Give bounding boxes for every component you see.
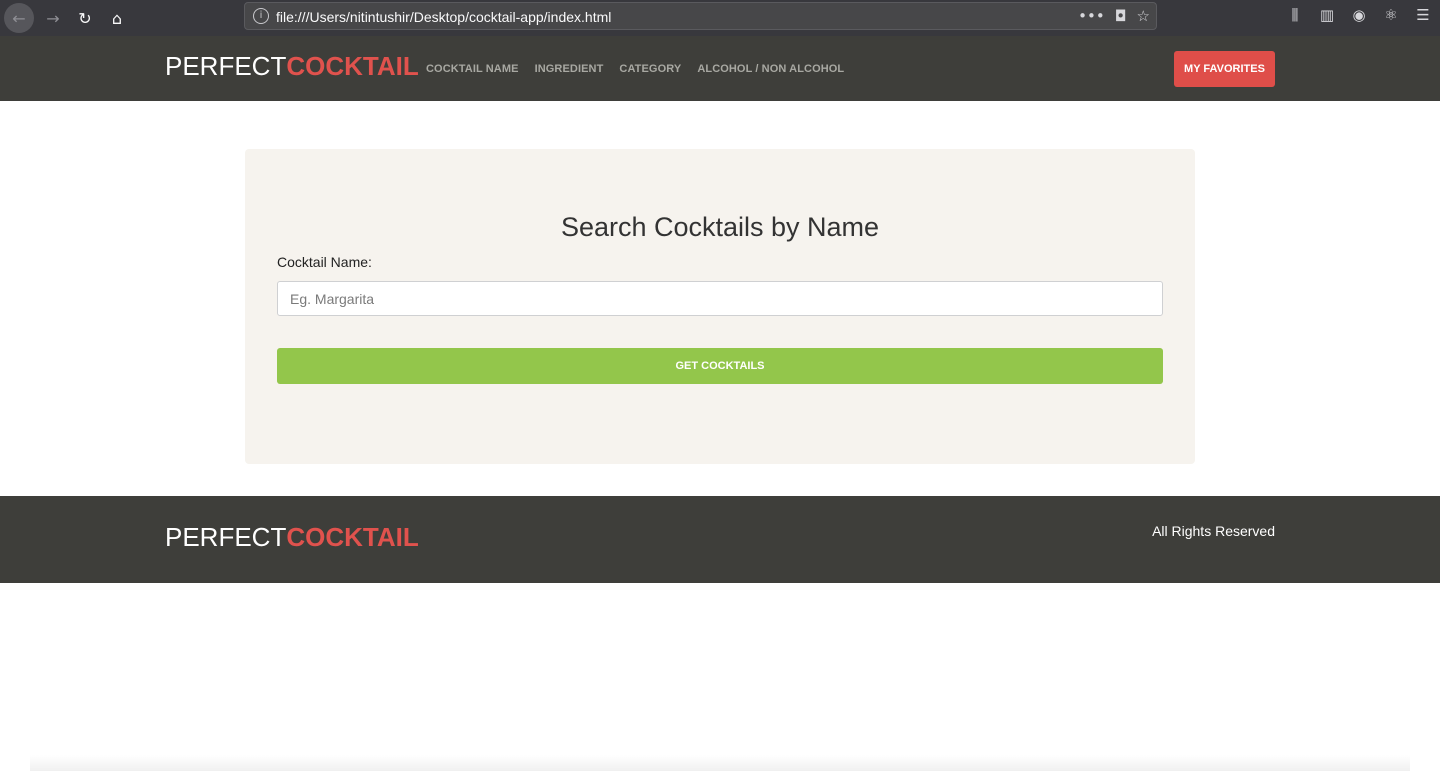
arrow-left-icon: ←: [12, 8, 26, 28]
footer-logo: PERFECTCOCKTAIL: [165, 522, 419, 553]
url-text[interactable]: file:///Users/nitintushir/Desktop/cockta…: [276, 9, 611, 25]
nav-alcohol-non-alcohol[interactable]: ALCOHOL / NON ALCOHOL: [697, 63, 844, 75]
sidebar-icon[interactable]: ▥: [1318, 6, 1336, 24]
home-button[interactable]: ⌂: [102, 3, 132, 33]
reload-icon: ↻: [78, 8, 92, 28]
nav-cocktail-name[interactable]: COCKTAIL NAME: [426, 63, 519, 75]
star-icon[interactable]: ☆: [1137, 7, 1150, 25]
cocktail-name-label: Cocktail Name:: [277, 254, 372, 270]
site-logo[interactable]: PERFECTCOCKTAIL: [165, 51, 419, 82]
bottom-shadow: [30, 755, 1410, 771]
info-icon[interactable]: i: [253, 8, 269, 24]
nav-category[interactable]: CATEGORY: [619, 63, 681, 75]
page-title: Search Cocktails by Name: [560, 212, 880, 242]
site-header: PERFECTCOCKTAIL COCKTAIL NAME INGREDIENT…: [0, 36, 1440, 101]
logo-part-cocktail: COCKTAIL: [286, 51, 419, 81]
copyright-text: All Rights Reserved: [1152, 523, 1275, 539]
react-devtools-icon[interactable]: ⚛: [1382, 6, 1400, 24]
my-favorites-button[interactable]: MY FAVORITES: [1174, 51, 1275, 87]
forward-button[interactable]: →: [38, 3, 68, 33]
footer-logo-part-cocktail: COCKTAIL: [286, 522, 419, 552]
browser-toolbar: ← → ↻ ⌂ i file:///Users/nitintushir/Desk…: [0, 0, 1440, 36]
footer-logo-part-perfect: PERFECT: [165, 522, 287, 552]
more-dots-icon[interactable]: •••: [1078, 7, 1105, 25]
cocktail-name-input[interactable]: [277, 281, 1163, 316]
pocket-icon[interactable]: ◘: [1115, 7, 1127, 25]
nav-ingredient[interactable]: INGREDIENT: [535, 63, 604, 75]
arrow-right-icon: →: [46, 8, 60, 28]
account-icon[interactable]: ◉: [1350, 6, 1368, 24]
address-bar[interactable]: i file:///Users/nitintushir/Desktop/cock…: [244, 2, 1157, 30]
library-icon[interactable]: ⫼: [1286, 6, 1304, 24]
back-button[interactable]: ←: [4, 3, 34, 33]
reload-button[interactable]: ↻: [70, 3, 100, 33]
get-cocktails-button[interactable]: GET COCKTAILS: [277, 348, 1163, 384]
search-panel: Search Cocktails by Name Cocktail Name: …: [245, 149, 1195, 464]
site-footer: PERFECTCOCKTAIL All Rights Reserved: [0, 496, 1440, 583]
main-nav: COCKTAIL NAME INGREDIENT CATEGORY ALCOHO…: [426, 63, 844, 75]
home-icon: ⌂: [111, 8, 123, 28]
hamburger-menu-icon[interactable]: ☰: [1414, 6, 1432, 24]
logo-part-perfect: PERFECT: [165, 51, 287, 81]
